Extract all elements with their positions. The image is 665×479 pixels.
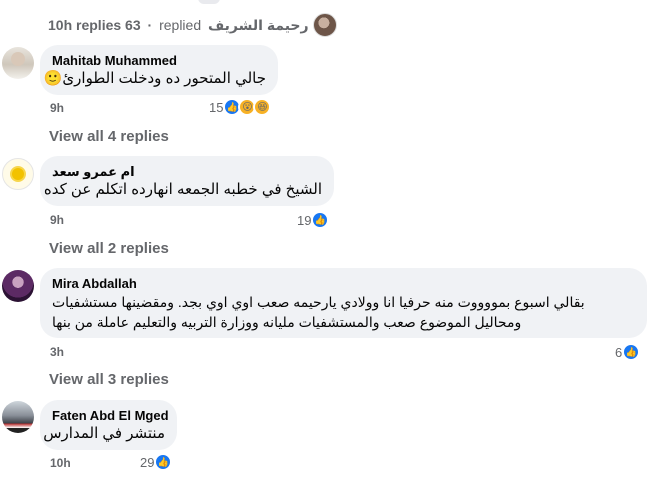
comment-text-line-2: ومحاليل الموضوع صعب والمستشفيات مليانه و… <box>52 314 522 330</box>
avatar[interactable] <box>2 47 34 79</box>
replier-avatar[interactable] <box>312 13 337 37</box>
reaction-count: 15 <box>209 99 224 115</box>
like-icon: 👍 <box>622 343 641 361</box>
comment-time[interactable]: 9h <box>50 213 64 227</box>
avatar[interactable] <box>2 270 34 302</box>
avatar[interactable] <box>2 401 34 433</box>
haha-icon: 😆 <box>253 98 272 116</box>
comment-author[interactable]: Faten Abd El Mged <box>52 408 169 424</box>
reply-summary-count: 63 <box>125 16 141 33</box>
comment-text-line-1: بقالي اسبوع بمووووت منه حرفيا انا وولادي… <box>52 294 585 310</box>
comment-bubble: Mira Abdallah بقالي اسبوع بمووووت منه حر… <box>40 268 647 338</box>
view-replies-link[interactable]: View all 3 replies <box>49 371 169 388</box>
view-replies-link[interactable]: View all 2 replies <box>49 240 169 257</box>
reaction-count: 19 <box>297 212 312 228</box>
comment-author[interactable]: Mahitab Muhammed <box>52 53 266 69</box>
comment-author[interactable]: ام عمرو سعد <box>52 164 322 180</box>
reaction-summary[interactable]: 6 👍 <box>615 343 641 361</box>
comment-time[interactable]: 9h <box>50 101 64 115</box>
reaction-count: 6 <box>615 344 623 360</box>
comment-text: منتشر في المدارس <box>43 425 165 442</box>
comment-text: الشيخ في خطبه الجمعه انهارده اتكلم عن كد… <box>43 181 322 198</box>
reply-summary-row[interactable]: 10h replies 63 · replied رحيمة الشريف <box>48 10 337 40</box>
comment-bubble: ام عمرو سعد الشيخ في خطبه الجمعه انهارده… <box>40 156 334 206</box>
reply-summary-separator: · <box>147 16 153 33</box>
reply-summary-time: 10h <box>48 16 73 33</box>
like-icon: 👍 <box>154 453 173 471</box>
view-replies-link[interactable]: View all 4 replies <box>49 128 169 145</box>
reply-summary-replier: رحيمة الشريف <box>208 16 309 33</box>
comment-author[interactable]: Mira Abdallah <box>52 276 635 292</box>
sunflower-icon <box>12 168 24 180</box>
comment-time[interactable]: 3h <box>50 345 64 359</box>
reaction-summary[interactable]: 19 👍 <box>297 211 330 229</box>
comment-text: جالي المتحور ده ودخلت الطوارئ🙂 <box>43 70 266 87</box>
comment-time[interactable]: 10h <box>50 456 71 470</box>
previous-bubble-edge <box>198 0 220 4</box>
reaction-summary[interactable]: 29 👍 <box>140 453 173 471</box>
comment-bubble: Faten Abd El Mged منتشر في المدارس <box>40 400 177 450</box>
reply-summary-label: replies <box>76 16 122 33</box>
reaction-count: 29 <box>140 454 155 470</box>
reaction-summary[interactable]: 15 👍 😮 😆 <box>209 98 272 116</box>
reply-summary-replied: replied <box>159 16 202 33</box>
reply-summary[interactable]: 10h replies 63 · replied رحيمة الشريف <box>48 17 309 34</box>
like-icon: 👍 <box>311 211 330 229</box>
comment-bubble: Mahitab Muhammed جالي المتحور ده ودخلت ا… <box>40 45 278 95</box>
avatar[interactable] <box>2 158 34 190</box>
